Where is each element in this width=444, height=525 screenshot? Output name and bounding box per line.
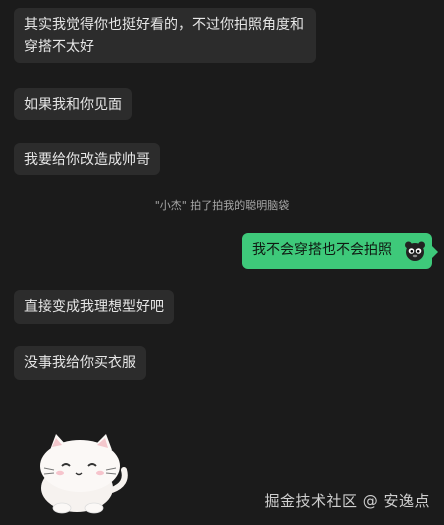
- bear-face-icon: [405, 241, 425, 261]
- message-bubble-received[interactable]: 如果我和你见面: [14, 88, 132, 120]
- message-bubble-received[interactable]: 其实我觉得你也挺好看的，不过你拍照角度和 穿搭不太好: [14, 8, 316, 63]
- message-bubble-received[interactable]: 直接变成我理想型好吧: [14, 290, 174, 324]
- watermark: 掘金技术社区 @ 安逸点: [264, 492, 430, 510]
- message-text-line: 穿搭不太好: [24, 39, 94, 55]
- message-text: 直接变成我理想型好吧: [24, 299, 164, 315]
- pat-notification: "小杰" 拍了拍我的聪明脑袋: [154, 199, 290, 212]
- message-bubble-received[interactable]: 没事我给你买衣服: [14, 346, 146, 380]
- message-text: 没事我给你买衣服: [24, 355, 136, 371]
- message-text: 我不会穿搭也不会拍照: [252, 242, 392, 258]
- message-text: 我要给你改造成帅哥: [24, 152, 150, 168]
- message-text-line: 其实我觉得你也挺好看的，不过你拍照角度和: [24, 17, 304, 33]
- chat-window: 其实我觉得你也挺好看的，不过你拍照角度和 穿搭不太好 如果我和你见面 我要给你改…: [0, 0, 444, 525]
- message-bubble-sent[interactable]: 我不会穿搭也不会拍照: [242, 233, 438, 269]
- message-bubble-received[interactable]: 我要给你改造成帅哥: [14, 143, 160, 175]
- white-cat-sticker[interactable]: [22, 428, 132, 516]
- message-text: 如果我和你见面: [24, 97, 122, 113]
